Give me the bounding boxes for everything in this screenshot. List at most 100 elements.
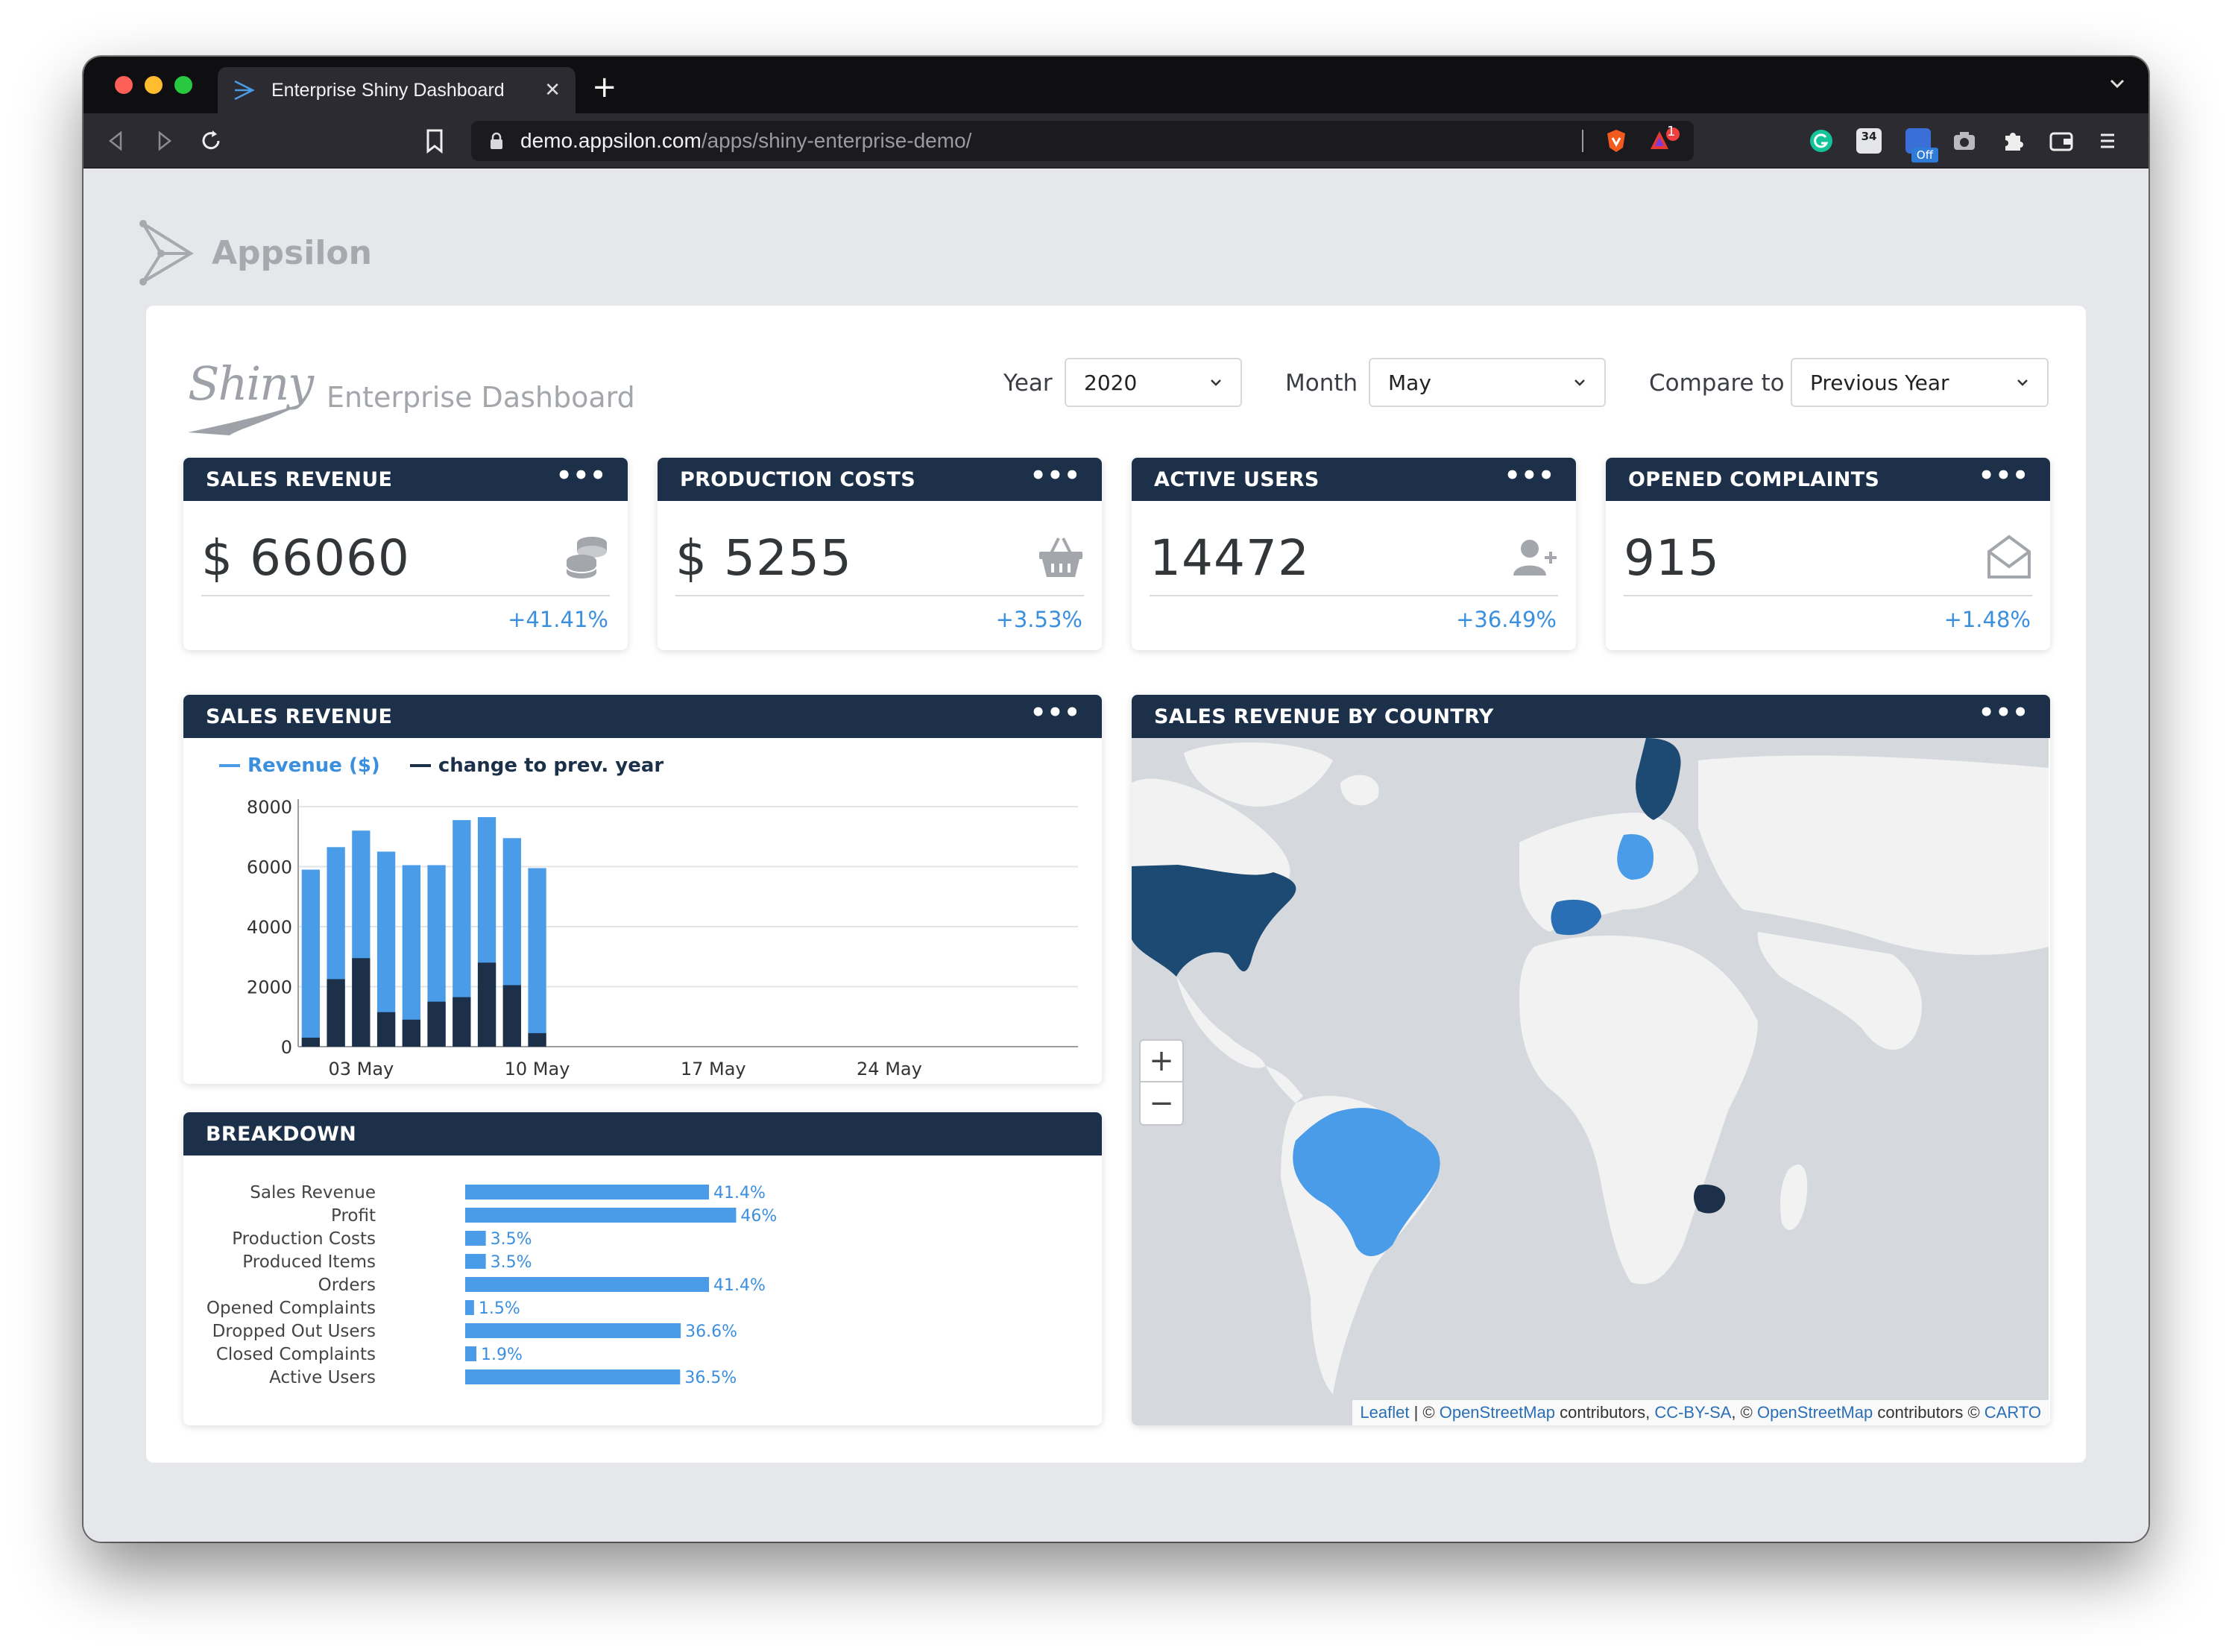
shiny-logo: Shiny xyxy=(185,350,314,440)
widget-menu-icon[interactable]: ••• xyxy=(556,463,607,488)
x-tick-label: 17 May xyxy=(681,1059,746,1079)
dashboard-title: Enterprise Dashboard xyxy=(327,381,635,414)
tab-list-chevron-icon[interactable] xyxy=(2108,75,2126,92)
url-path: /apps/shiny-enterprise-demo/ xyxy=(701,129,972,152)
breakdown-bar[interactable] xyxy=(465,1185,710,1199)
close-tab-icon[interactable]: ✕ xyxy=(544,79,561,101)
browser-window: Enterprise Shiny Dashboard ✕ + demo.apps… xyxy=(83,57,2149,1542)
zoom-out-button[interactable]: − xyxy=(1139,1082,1184,1126)
world-map[interactable]: + − Leaflet | © OpenStreetMap contributo… xyxy=(1132,738,2049,1425)
map-tiles xyxy=(1132,738,2049,1425)
sales-map-widget: SALES REVENUE BY COUNTRY ••• + − Leaflet… xyxy=(1132,695,2050,1425)
grammarly-icon[interactable] xyxy=(1809,128,1834,154)
extensions-puzzle-icon[interactable] xyxy=(2001,128,2026,154)
basket-icon xyxy=(1039,537,1082,577)
change-bar[interactable] xyxy=(376,1012,396,1047)
map-attribution: Leaflet | © OpenStreetMap contributors, … xyxy=(1352,1400,2049,1425)
leaflet-link[interactable]: Leaflet xyxy=(1360,1403,1409,1422)
change-bar[interactable] xyxy=(402,1019,420,1047)
menu-hamburger-icon[interactable] xyxy=(2095,128,2120,154)
kpi-title: ACTIVE USERS xyxy=(1154,467,1320,491)
breakdown-value-label: 36.6% xyxy=(685,1322,737,1341)
chevron-down-icon xyxy=(1211,379,1221,386)
year-label: Year xyxy=(1003,370,1053,397)
kpi-header: PRODUCTION COSTS ••• xyxy=(658,458,1102,501)
forward-icon[interactable] xyxy=(154,130,174,152)
reload-icon[interactable] xyxy=(198,128,224,154)
map-title: SALES REVENUE BY COUNTRY xyxy=(1154,704,1494,728)
revenue-bar[interactable] xyxy=(402,865,420,1047)
change-bar[interactable] xyxy=(327,979,345,1047)
wallet-icon[interactable] xyxy=(2049,128,2074,154)
kpi-change: +36.49% xyxy=(1456,607,1557,632)
breakdown-bar[interactable] xyxy=(465,1277,710,1292)
breakdown-bar[interactable] xyxy=(465,1369,681,1384)
change-bar[interactable] xyxy=(528,1032,546,1047)
kpi-production-costs: PRODUCTION COSTS ••• $ 5255 +3.53% xyxy=(658,458,1102,650)
map-header: SALES REVENUE BY COUNTRY ••• xyxy=(1132,695,2050,738)
year-select[interactable]: 2020 xyxy=(1065,358,1242,407)
breakdown-title: BREAKDOWN xyxy=(206,1122,357,1146)
revenue-bar[interactable] xyxy=(301,869,321,1047)
calendar-extension-icon[interactable]: 34 xyxy=(1856,128,1882,154)
address-bar[interactable]: demo.appsilon.com/apps/shiny-enterprise-… xyxy=(471,121,1694,161)
kpi-header: OPENED COMPLAINTS ••• xyxy=(1606,458,2050,501)
x-tick-label: 10 May xyxy=(505,1059,570,1079)
revenue-bar[interactable] xyxy=(528,868,546,1047)
breakdown-category-label: Sales Revenue xyxy=(250,1183,376,1202)
change-bar[interactable] xyxy=(352,958,371,1047)
carto-link[interactable]: CARTO xyxy=(1984,1403,2041,1422)
bookmark-icon[interactable] xyxy=(425,128,444,154)
breakdown-bar[interactable] xyxy=(465,1323,681,1338)
brave-shield-icon[interactable] xyxy=(1604,128,1628,154)
address-bar-separator xyxy=(1582,130,1583,152)
widget-menu-icon[interactable]: ••• xyxy=(1979,700,2029,725)
cc-by-sa-link[interactable]: CC-BY-SA xyxy=(1654,1403,1731,1422)
kpi-divider xyxy=(201,595,610,596)
breakdown-bar[interactable] xyxy=(465,1346,477,1361)
kpi-divider xyxy=(675,595,1084,596)
change-bar[interactable] xyxy=(502,985,521,1047)
camera-extension-icon[interactable] xyxy=(1952,128,1977,154)
breakdown-bar[interactable] xyxy=(465,1300,474,1315)
widget-menu-icon[interactable]: ••• xyxy=(1030,463,1081,488)
breakdown-value-label: 3.5% xyxy=(491,1253,532,1272)
tab-bar: Enterprise Shiny Dashboard ✕ + xyxy=(83,57,2149,113)
kpi-value: $ 66060 xyxy=(201,529,410,587)
sales-revenue-chart-widget: SALES REVENUE ••• Revenue ($) change to p… xyxy=(183,695,1102,1084)
month-select[interactable]: May xyxy=(1369,358,1606,407)
osm-link[interactable]: OpenStreetMap xyxy=(1440,1403,1555,1422)
maximize-window-button[interactable] xyxy=(174,76,192,94)
brand-name: Appsilon xyxy=(212,233,372,272)
docs-extension-off-badge: Off xyxy=(1911,148,1938,163)
browser-tab[interactable]: Enterprise Shiny Dashboard ✕ xyxy=(218,67,576,113)
breakdown-category-label: Closed Complaints xyxy=(216,1345,376,1364)
breakdown-value-label: 36.5% xyxy=(684,1369,737,1387)
breakdown-category-label: Orders xyxy=(318,1276,376,1295)
minimize-window-button[interactable] xyxy=(145,76,163,94)
zoom-in-button[interactable]: + xyxy=(1139,1039,1184,1082)
back-icon[interactable] xyxy=(106,130,127,152)
breakdown-bar[interactable] xyxy=(465,1254,486,1269)
breakdown-bar[interactable] xyxy=(465,1208,737,1223)
new-tab-button[interactable]: + xyxy=(592,70,617,104)
osm-link-2[interactable]: OpenStreetMap xyxy=(1757,1403,1873,1422)
change-bar[interactable] xyxy=(477,962,496,1047)
change-bar[interactable] xyxy=(427,1001,446,1047)
breakdown-category-label: Opened Complaints xyxy=(207,1299,376,1318)
change-bar[interactable] xyxy=(453,997,471,1047)
appsilon-logo[interactable]: Appsilon xyxy=(136,219,372,286)
breakdown-header: BREAKDOWN xyxy=(183,1112,1102,1156)
brave-rewards-icon[interactable] xyxy=(1649,127,1682,155)
close-window-button[interactable] xyxy=(115,76,133,94)
user-plus-icon xyxy=(1513,540,1557,576)
widget-menu-icon[interactable]: ••• xyxy=(1979,463,2029,488)
chevron-down-icon xyxy=(2017,379,2028,386)
kpi-divider xyxy=(1624,595,2032,596)
change-bar[interactable] xyxy=(301,1037,321,1047)
y-tick-label: 4000 xyxy=(247,917,292,938)
widget-menu-icon[interactable]: ••• xyxy=(1030,700,1081,725)
widget-menu-icon[interactable]: ••• xyxy=(1504,463,1555,488)
breakdown-bar[interactable] xyxy=(465,1231,486,1246)
compare-select[interactable]: Previous Year xyxy=(1791,358,2049,407)
